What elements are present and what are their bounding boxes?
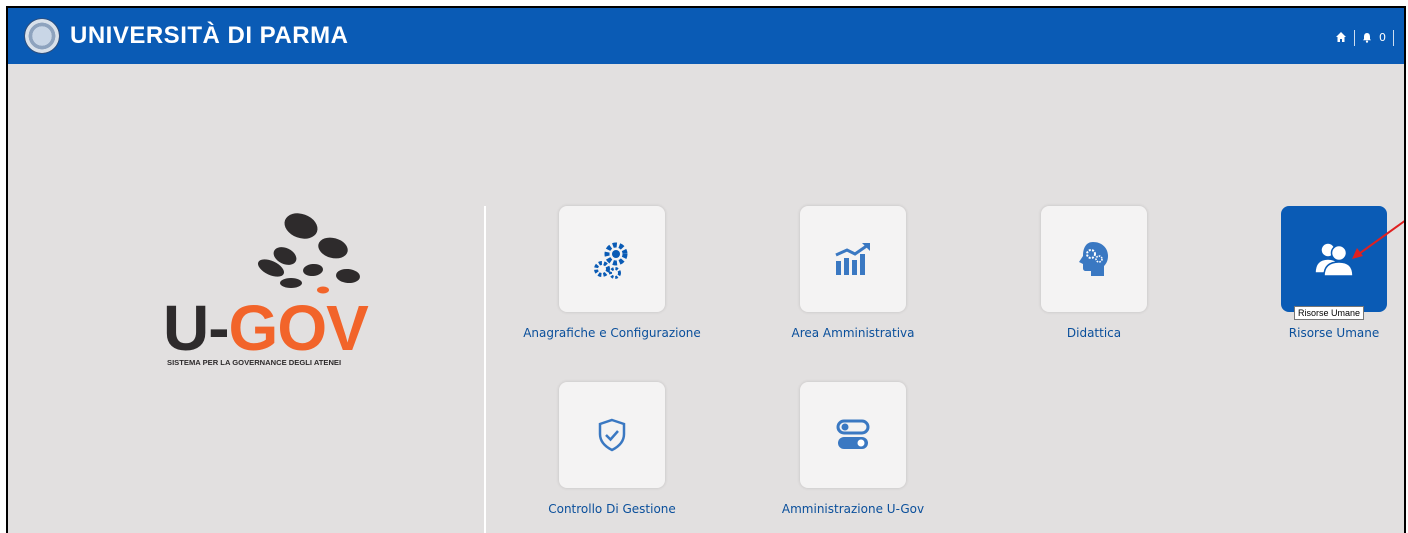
notification-count: 0: [1379, 31, 1386, 44]
app-window: UNIVERSITÀ DI PARMA 0 U-GOV SISTEMA PER …: [6, 6, 1406, 533]
gears-icon: [594, 242, 628, 279]
header-separator: [1354, 29, 1355, 46]
red-arrow-annotation: [1352, 220, 1404, 259]
home-icon[interactable]: [1335, 28, 1347, 47]
ugov-subtitle: SISTEMA PER LA GOVERNANCE DEGLI ATENEI: [167, 358, 342, 367]
header-separator: [1393, 29, 1394, 46]
ugov-logo: U-GOV SISTEMA PER LA GOVERNANCE DEGLI AT…: [163, 208, 393, 378]
tile-label-amministrazione-ugov[interactable]: Amministrazione U-Gov: [743, 502, 963, 516]
tile-controllo-gestione[interactable]: [559, 382, 665, 488]
tile-label-anagrafiche[interactable]: Anagrafiche e Configurazione: [502, 326, 722, 340]
bell-icon[interactable]: [1362, 28, 1372, 47]
tile-anagrafiche[interactable]: [559, 206, 665, 312]
tile-label-controllo-gestione[interactable]: Controllo Di Gestione: [502, 502, 722, 516]
vertical-divider: [484, 206, 486, 533]
university-name: UNIVERSITÀ DI PARMA: [70, 22, 349, 49]
head-gears-icon: [1079, 242, 1108, 276]
chart-growth-icon: [835, 243, 870, 275]
tooltip: Risorse Umane: [1294, 306, 1365, 320]
tile-label-area-amministrativa[interactable]: Area Amministrativa: [743, 326, 963, 340]
top-header: UNIVERSITÀ DI PARMA 0: [8, 8, 1404, 64]
shield-check-icon: [598, 418, 626, 452]
tile-didattica[interactable]: [1041, 206, 1147, 312]
ugov-pebbles-icon: [257, 213, 360, 294]
header-actions: 0: [1335, 28, 1394, 47]
tile-label-risorse-umane[interactable]: Risorse Umane: [1224, 326, 1404, 340]
tile-amministrazione-ugov[interactable]: [800, 382, 906, 488]
ugov-wordmark: U-GOV: [163, 292, 369, 364]
university-seal-logo: [24, 18, 60, 54]
tile-area-amministrativa[interactable]: [800, 206, 906, 312]
tile-label-didattica[interactable]: Didattica: [984, 326, 1204, 340]
toggles-icon: [836, 419, 870, 449]
